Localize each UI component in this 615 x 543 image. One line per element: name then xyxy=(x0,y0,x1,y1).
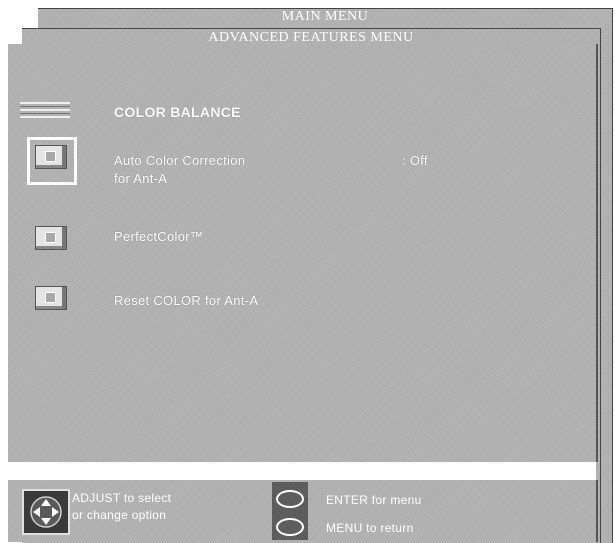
enter-hint: ENTER for menu xyxy=(326,493,422,507)
reset-color-label: Reset COLOR for Ant-A xyxy=(114,293,259,308)
auto-color-correction-value[interactable]: : Off xyxy=(402,153,428,168)
menu-item-icon xyxy=(35,286,67,310)
adjust-hint-line1: ADJUST to select xyxy=(72,491,172,505)
color-balance-icon xyxy=(20,102,70,120)
color-balance-panel: COLOR BALANCE Auto Color Correction for … xyxy=(8,44,598,462)
menu-hint: MENU to return xyxy=(326,521,414,535)
arrows-icon xyxy=(30,496,62,528)
auto-color-correction-label-line2: for Ant-A xyxy=(114,171,168,186)
directional-pad-icon xyxy=(22,489,70,535)
adjust-hint-line2: or change option xyxy=(72,508,167,522)
enter-button-icon xyxy=(276,490,304,508)
menu-item-icon xyxy=(35,226,67,250)
menu-button-icon xyxy=(276,518,304,536)
section-title: COLOR BALANCE xyxy=(114,104,241,120)
help-footer: ADJUST to select or change option ENTER … xyxy=(8,480,598,542)
auto-color-correction-label: Auto Color Correction xyxy=(114,153,246,168)
divider-band xyxy=(0,462,596,480)
buttons-icon-panel xyxy=(272,482,308,540)
main-menu-title: MAIN MENU xyxy=(281,9,369,24)
perfectcolor-label: PerfectColor™ xyxy=(114,229,204,244)
menu-item-icon xyxy=(35,145,67,169)
